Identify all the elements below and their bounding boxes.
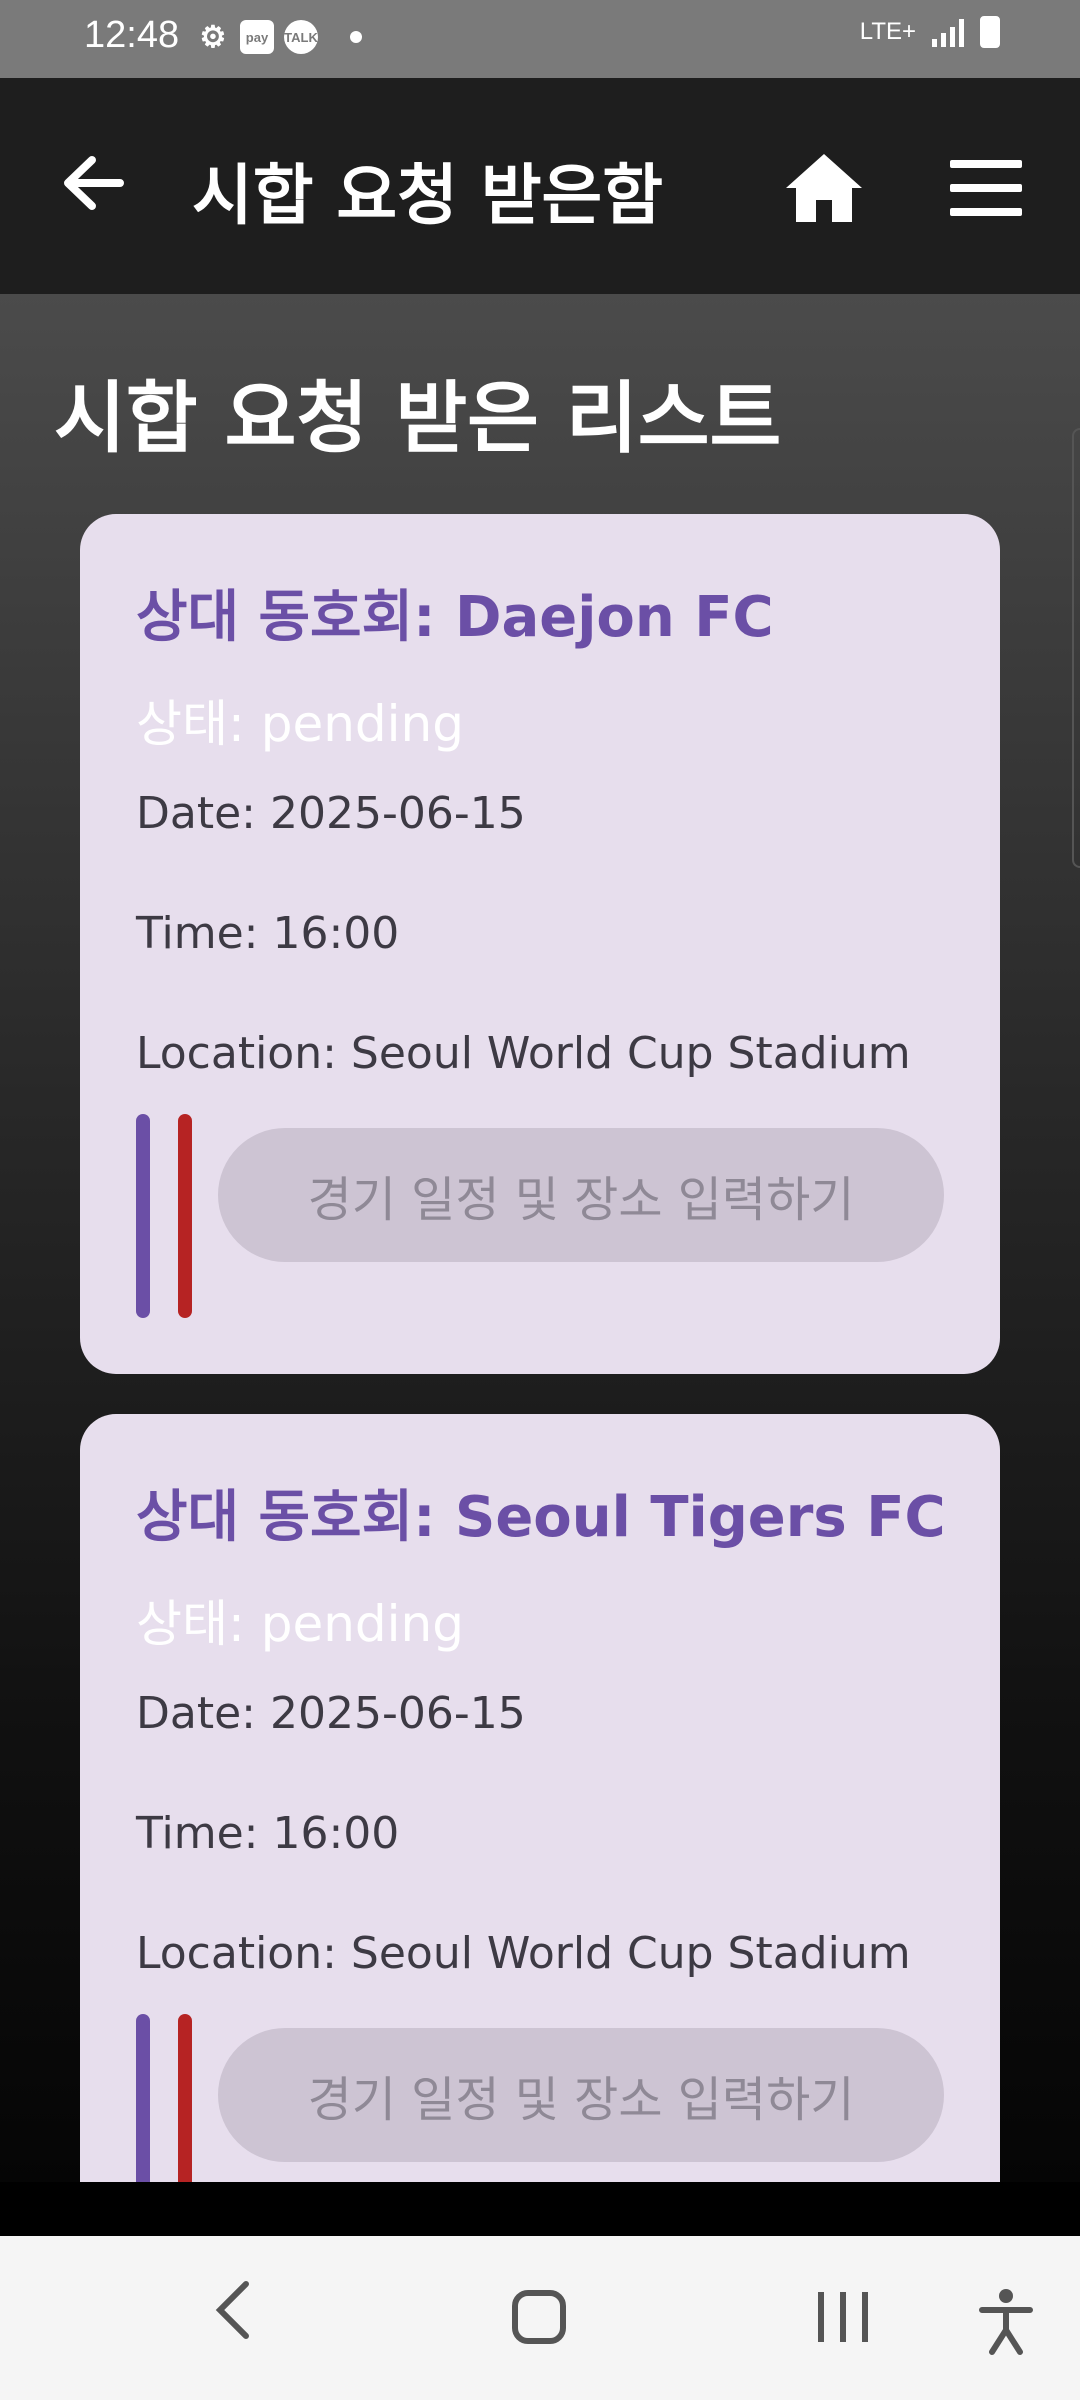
accessibility-svg xyxy=(979,2289,1033,2355)
main-content[interactable]: 시합 요청 받은 리스트 상대 동호회: Daejon FC 상태: pendi… xyxy=(0,294,1080,2182)
accent-bar-purple xyxy=(136,1114,150,1318)
menu-icon[interactable] xyxy=(950,160,1022,216)
nav-back-svg xyxy=(215,2281,249,2339)
request-time: Time: 16:00 xyxy=(136,1808,400,1859)
request-status: 상태: pending xyxy=(136,695,464,753)
request-location: Location: Seoul World Cup Stadium xyxy=(136,1028,911,1079)
accessibility-icon[interactable] xyxy=(976,2286,1036,2356)
back-arrow-svg xyxy=(64,156,124,210)
home-icon[interactable] xyxy=(784,152,864,224)
app-bar: 시합 요청 받은함 xyxy=(0,78,1080,294)
notification-dot xyxy=(350,31,362,43)
page-heading: 시합 요청 받은 리스트 xyxy=(54,374,782,464)
status-bar: 12:48 ⚙ pay TALK LTE+ xyxy=(0,0,1080,78)
enter-schedule-button[interactable]: 경기 일정 및 장소 입력하기 xyxy=(218,1128,944,1262)
network-type: LTE+ xyxy=(859,18,916,45)
battery-icon xyxy=(980,16,1000,48)
request-date: Date: 2025-06-15 xyxy=(136,788,526,839)
status-time: 12:48 xyxy=(84,14,180,56)
accent-bar-red xyxy=(178,1114,192,1318)
nav-home-icon[interactable] xyxy=(512,2290,566,2344)
opponent-club-title: 상대 동호회: Seoul Tigers FC xyxy=(136,1485,946,1550)
nav-back-icon[interactable] xyxy=(210,2278,254,2354)
settings-icon: ⚙ xyxy=(199,20,227,54)
request-location: Location: Seoul World Cup Stadium xyxy=(136,1928,911,1979)
scroll-indicator xyxy=(1072,428,1080,868)
app-bar-title: 시합 요청 받은함 xyxy=(192,157,663,234)
status-notification-icons: ⚙ pay TALK xyxy=(196,20,362,54)
system-nav-bar xyxy=(0,2236,1080,2400)
home-svg xyxy=(786,154,862,222)
pay-icon: pay xyxy=(240,20,274,54)
nav-recent-apps-icon[interactable] xyxy=(818,2292,868,2342)
signal-icon xyxy=(932,17,964,47)
request-time: Time: 16:00 xyxy=(136,908,400,959)
status-system-icons: LTE+ xyxy=(860,16,1000,48)
request-date: Date: 2025-06-15 xyxy=(136,1688,526,1739)
opponent-club-title: 상대 동호회: Daejon FC xyxy=(136,585,774,650)
request-status: 상태: pending xyxy=(136,1595,464,1653)
talk-icon: TALK xyxy=(284,20,318,54)
request-card: 상대 동호회: Seoul Tigers FC 상태: pending Date… xyxy=(80,1414,1000,2182)
back-arrow-icon[interactable] xyxy=(58,148,128,230)
enter-schedule-button[interactable]: 경기 일정 및 장소 입력하기 xyxy=(218,2028,944,2162)
request-card: 상대 동호회: Daejon FC 상태: pending Date: 2025… xyxy=(80,514,1000,1374)
accent-bar-red xyxy=(178,2014,192,2182)
accent-bar-purple xyxy=(136,2014,150,2182)
